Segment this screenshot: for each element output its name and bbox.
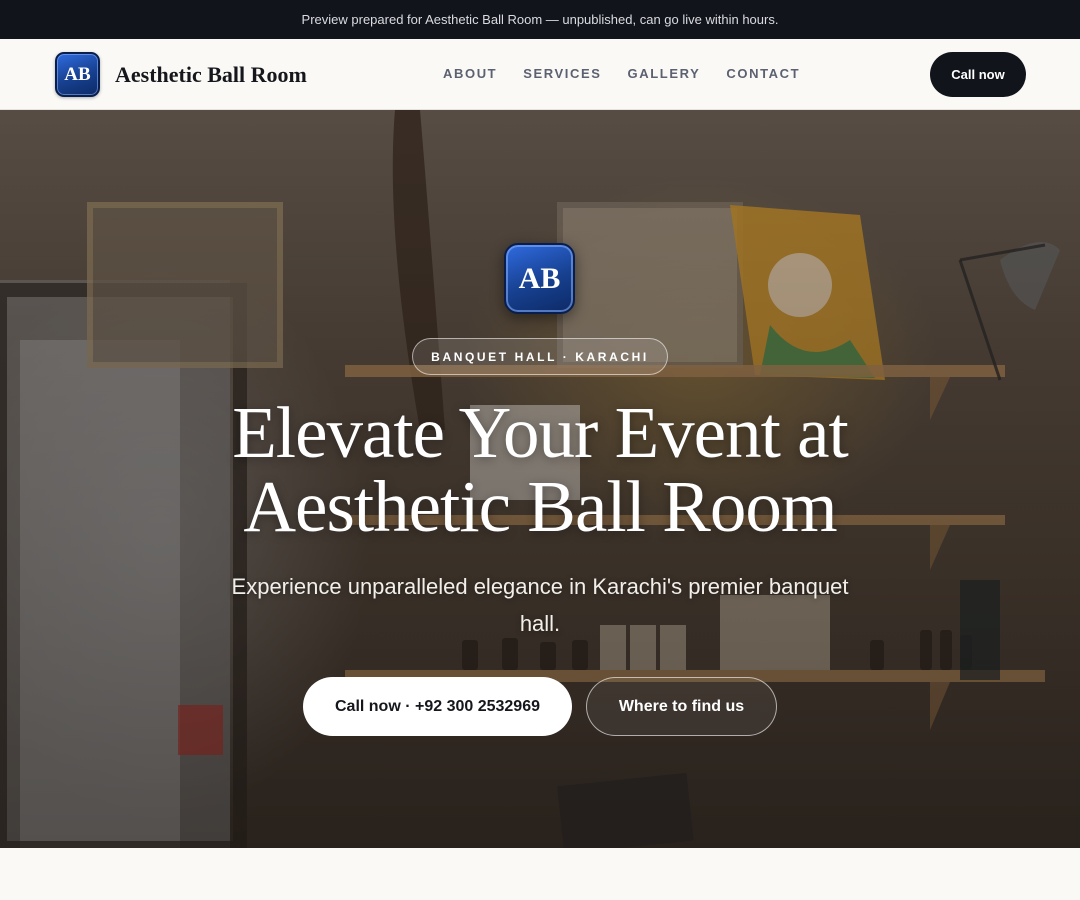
hero-tag-badge: BANQUET HALL · KARACHI [412, 338, 668, 375]
hero-section: AB BANQUET HALL · KARACHI Elevate Your E… [0, 110, 1080, 848]
hero-call-button[interactable]: Call now · +92 300 2532969 [303, 677, 572, 736]
announcement-bar: Preview prepared for Aesthetic Ball Room… [0, 0, 1080, 39]
hero-subtitle: Experience unparalleled elegance in Kara… [231, 574, 849, 636]
brand-logo: AB [55, 52, 100, 97]
brand-name: Aesthetic Ball Room [115, 61, 307, 87]
hero-title-line-2: Aesthetic Ball Room [243, 466, 837, 547]
hero-title: Elevate Your Event at Aesthetic Ball Roo… [190, 396, 890, 544]
brand-home-link[interactable]: AB Aesthetic Ball Room [55, 52, 307, 97]
hero-logo: AB [504, 243, 575, 314]
hero-location-button[interactable]: Where to find us [586, 677, 777, 736]
announcement-text: Preview prepared for Aesthetic Ball Room… [301, 12, 779, 27]
header-call-button[interactable]: Call now [930, 52, 1026, 97]
nav-link-contact[interactable]: CONTACT [726, 66, 800, 81]
nav-link-gallery[interactable]: GALLERY [628, 66, 701, 81]
nav-link-services[interactable]: SERVICES [523, 66, 601, 81]
site-header: AB Aesthetic Ball Room ABOUT SERVICES GA… [0, 39, 1080, 110]
main-nav: ABOUT SERVICES GALLERY CONTACT [443, 66, 826, 81]
nav-link-about[interactable]: ABOUT [443, 66, 497, 81]
hero-title-line-1: Elevate Your Event at [232, 392, 849, 473]
